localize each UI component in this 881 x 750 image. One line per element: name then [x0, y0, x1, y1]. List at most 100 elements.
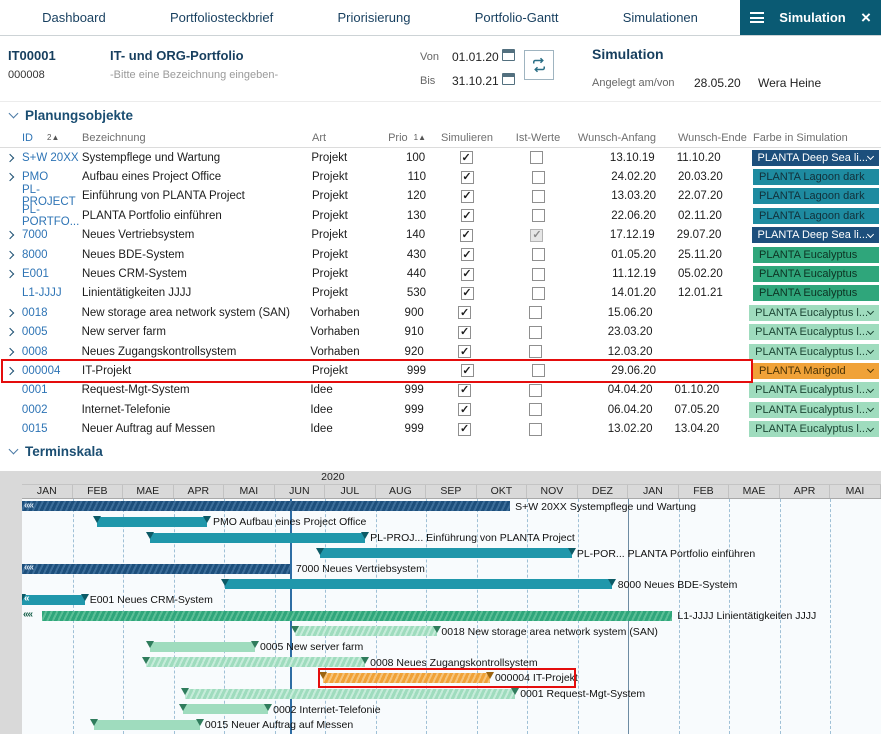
gantt-bar[interactable]: [225, 579, 612, 589]
ist-werte-checkbox[interactable]: [529, 384, 542, 397]
gantt-bar[interactable]: [183, 704, 268, 714]
row-id[interactable]: L1-JJJJ: [22, 287, 82, 299]
simulieren-checkbox[interactable]: [461, 364, 474, 377]
simulieren-checkbox[interactable]: [461, 248, 474, 261]
ist-werte-checkbox[interactable]: [529, 306, 542, 319]
expand-icon[interactable]: [6, 173, 14, 181]
ist-werte-checkbox[interactable]: [532, 248, 545, 261]
expand-icon[interactable]: [6, 347, 14, 355]
ist-werte-checkbox[interactable]: [532, 190, 545, 203]
portfolio-subtitle[interactable]: -Bitte eine Bezeichnung eingeben-: [110, 69, 278, 81]
expand-icon[interactable]: [6, 309, 14, 317]
color-dropdown[interactable]: PLANTA Eucalyptus: [753, 266, 879, 282]
ist-werte-checkbox[interactable]: [529, 326, 542, 339]
row-id[interactable]: 0002: [22, 404, 82, 416]
gantt-bar[interactable]: [22, 501, 510, 511]
color-dropdown[interactable]: PLANTA Eucalyptus l...: [749, 382, 879, 398]
ist-werte-checkbox[interactable]: [530, 229, 543, 242]
ist-werte-checkbox[interactable]: [532, 287, 545, 300]
table-row[interactable]: 0001Request-Mgt-SystemIdee99904.04.2001.…: [0, 381, 881, 400]
nav-tab-portfolio-gantt[interactable]: Portfolio-Gantt: [475, 10, 559, 25]
section-planungsobjekte[interactable]: Planungsobjekte: [0, 102, 881, 128]
simulieren-checkbox[interactable]: [461, 190, 474, 203]
color-dropdown[interactable]: PLANTA Eucalyptus l...: [749, 402, 879, 418]
row-id[interactable]: E001: [22, 268, 82, 280]
gantt-bar[interactable]: [94, 720, 200, 730]
gantt-bar[interactable]: [42, 611, 672, 621]
simulieren-checkbox[interactable]: [458, 403, 471, 416]
row-id[interactable]: S+W 20XX: [22, 152, 82, 164]
column-header[interactable]: Bezeichnung: [82, 132, 312, 144]
table-row[interactable]: 7000Neues VertriebsystemProjekt14017.12.…: [0, 226, 881, 245]
table-row[interactable]: 0018New storage area network system (SAN…: [0, 303, 881, 322]
nav-tab-dashboard[interactable]: Dashboard: [42, 10, 106, 25]
gantt-bar[interactable]: [295, 626, 437, 636]
von-date-field[interactable]: 01.01.20: [452, 50, 499, 64]
simulieren-checkbox[interactable]: [461, 171, 474, 184]
nav-tab-portfoliosteckbrief[interactable]: Portfoliosteckbrief: [170, 10, 273, 25]
expand-icon[interactable]: [6, 367, 14, 375]
row-id[interactable]: 0015: [22, 423, 82, 435]
calendar-icon[interactable]: [502, 73, 515, 85]
table-row[interactable]: 8000Neues BDE-SystemProjekt43001.05.2025…: [0, 245, 881, 264]
gantt-bar[interactable]: [150, 642, 255, 652]
row-id[interactable]: 0018: [22, 307, 82, 319]
column-header[interactable]: Art: [312, 132, 382, 144]
color-dropdown[interactable]: PLANTA Deep Sea li...: [752, 227, 879, 243]
color-dropdown[interactable]: PLANTA Lagoon dark: [753, 169, 879, 185]
active-tab-simulation[interactable]: Simulation ×: [740, 0, 881, 35]
row-id[interactable]: 7000: [22, 229, 82, 241]
simulieren-checkbox[interactable]: [458, 423, 471, 436]
gantt-bar[interactable]: [22, 595, 85, 605]
color-dropdown[interactable]: PLANTA Eucalyptus l...: [749, 421, 879, 437]
table-row[interactable]: E001Neues CRM-SystemProjekt44011.12.1905…: [0, 264, 881, 283]
row-id[interactable]: 8000: [22, 249, 82, 261]
color-dropdown[interactable]: PLANTA Eucalyptus l...: [749, 324, 879, 340]
simulieren-checkbox[interactable]: [458, 345, 471, 358]
ist-werte-checkbox[interactable]: [532, 268, 545, 281]
gantt-bar[interactable]: [150, 533, 365, 543]
expand-icon[interactable]: [6, 250, 14, 258]
ist-werte-checkbox[interactable]: [529, 345, 542, 358]
row-id[interactable]: 0005: [22, 326, 82, 338]
gantt-bar[interactable]: [22, 564, 290, 574]
bis-date-field[interactable]: 31.10.21: [452, 74, 499, 88]
ist-werte-checkbox[interactable]: [530, 151, 543, 164]
column-header[interactable]: Ist-Werte: [502, 132, 574, 144]
row-id[interactable]: 0008: [22, 346, 82, 358]
column-header[interactable]: Wunsch-Anfang: [574, 132, 666, 144]
column-header[interactable]: Farbe in Simulation: [753, 132, 881, 144]
color-dropdown[interactable]: PLANTA Deep Sea li...: [752, 150, 879, 166]
color-dropdown[interactable]: PLANTA Eucalyptus: [753, 285, 879, 301]
table-row[interactable]: L1-JJJJLinientätigkeiten JJJJProjekt5301…: [0, 284, 881, 303]
color-dropdown[interactable]: PLANTA Marigold: [753, 363, 879, 379]
simulieren-checkbox[interactable]: [458, 326, 471, 339]
simulieren-checkbox[interactable]: [458, 306, 471, 319]
table-row[interactable]: PMOAufbau eines Project OfficeProjekt110…: [0, 167, 881, 186]
close-icon[interactable]: ×: [861, 11, 871, 25]
table-row[interactable]: PL-PORTFO...PLANTA Portfolio einführenPr…: [0, 206, 881, 225]
simulieren-checkbox[interactable]: [460, 151, 473, 164]
expand-icon[interactable]: [6, 153, 14, 161]
row-id[interactable]: PMO: [22, 171, 82, 183]
table-row[interactable]: 0005New server farmVorhaben91023.03.20PL…: [0, 323, 881, 342]
simulieren-checkbox[interactable]: [458, 384, 471, 397]
row-id[interactable]: PL-PORTFO...: [22, 204, 82, 228]
column-header[interactable]: ID2▲: [22, 132, 82, 144]
table-row[interactable]: PL-PROJECTEinführung von PLANTA ProjectP…: [0, 187, 881, 206]
gantt-bar[interactable]: [320, 548, 572, 558]
expand-icon[interactable]: [6, 231, 14, 239]
simulieren-checkbox[interactable]: [461, 209, 474, 222]
ist-werte-checkbox[interactable]: [529, 403, 542, 416]
color-dropdown[interactable]: PLANTA Eucalyptus l...: [749, 305, 879, 321]
refresh-button[interactable]: [524, 50, 554, 80]
calendar-icon[interactable]: [502, 49, 515, 61]
simulieren-checkbox[interactable]: [460, 229, 473, 242]
ist-werte-checkbox[interactable]: [532, 209, 545, 222]
column-header[interactable]: Prio1▲: [382, 132, 432, 144]
gantt-bar[interactable]: [97, 517, 207, 527]
column-header[interactable]: Simulieren: [432, 132, 502, 144]
ist-werte-checkbox[interactable]: [532, 364, 545, 377]
table-row[interactable]: 000004IT-ProjektProjekt99929.06.20PLANTA…: [0, 361, 881, 380]
expand-icon[interactable]: [6, 270, 14, 278]
